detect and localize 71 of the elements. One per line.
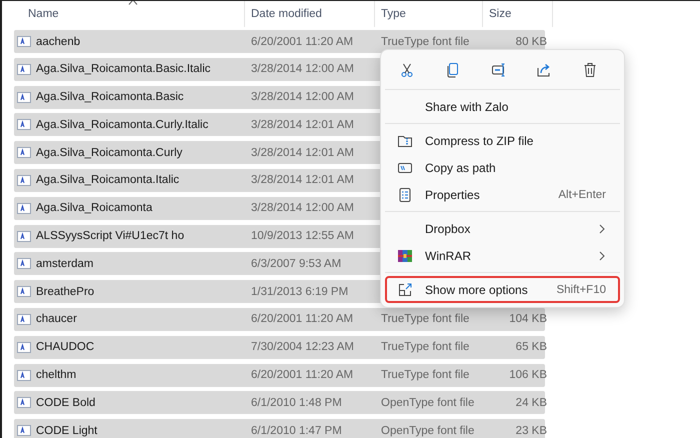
file-name: CODE Bold [36,396,96,409]
font-file-icon [17,258,31,270]
date-modified: 6/20/2001 11:20 AM [250,313,354,326]
menu-item[interactable]: Dropbox [385,215,620,242]
menu-item[interactable]: Copy as path [385,154,620,181]
file-type: TrueType font file [380,369,470,382]
font-file-icon [17,286,31,298]
file-name: amsterdam [36,258,94,270]
show-more-icon [397,282,413,298]
column-header[interactable]: Date modified [251,8,322,20]
file-name: Aga.Silva_Roicamonta.Curly [36,146,182,159]
font-file-icon [17,174,31,186]
font-file-icon [17,230,31,242]
file-name: ALSSyysScript Vi#U1ec7t ho [36,230,184,242]
file-name: CODE Light [36,424,98,437]
date-modified: 3/28/2014 12:01 AM [250,118,355,131]
file-size: 80 KB [514,36,548,48]
menu-item[interactable]: Compress to ZIP file [385,127,620,154]
date-modified: 6/20/2001 11:20 AM [250,369,354,382]
file-name: Aga.Silva_Roicamonta.Curly.Italic [36,118,208,131]
font-file-icon [17,314,31,325]
column-header[interactable]: Size [489,8,512,20]
date-modified: 3/28/2014 12:00 AM [250,202,355,214]
file-size: 104 KB [508,313,548,326]
date-modified: 6/20/2001 11:20 AM [250,36,354,48]
file-name: BreathePro [36,286,94,298]
date-modified: 3/28/2014 12:01 AM [250,174,355,186]
file-size: 23 KB [514,424,548,437]
file-size: 24 KB [514,396,548,409]
menu-item[interactable]: Properties Alt+Enter [385,181,620,208]
file-size: 65 KB [514,341,548,354]
file-name: Aga.Silva_Roicamonta.Basic.Italic [36,63,210,76]
file-name: chaucer [36,313,77,326]
file-name: Aga.Silva_Roicamonta [36,202,152,214]
winrar-icon [397,248,413,264]
font-file-icon [17,36,31,47]
column-header[interactable]: Name [28,8,59,20]
font-file-icon [17,119,31,130]
file-type: TrueType font file [380,341,470,354]
menu-item[interactable]: Share with Zalo [385,93,620,120]
column-header[interactable]: Type [381,8,406,20]
date-modified: 6/1/2010 1:48 PM [250,396,343,409]
date-modified: 3/28/2014 12:00 AM [250,91,355,104]
date-modified: 10/9/2013 12:55 AM [250,230,355,242]
menu-item[interactable]: WinRAR [385,242,620,269]
date-modified: 3/28/2014 12:01 AM [250,146,355,159]
font-file-icon [17,425,31,436]
date-modified: 6/1/2010 1:47 PM [250,424,343,437]
date-modified: 7/30/2004 12:23 AM [250,341,355,354]
font-file-icon [17,202,31,214]
font-file-icon [17,397,31,408]
date-modified: 1/31/2013 6:19 PM [250,286,350,298]
font-file-icon [17,92,31,103]
file-size: 106 KB [508,369,548,382]
date-modified: 3/28/2014 12:00 AM [250,63,355,76]
file-type: TrueType font file [380,36,470,48]
font-file-icon [17,342,31,353]
file-type: TrueType font file [380,313,470,326]
file-name: CHAUDOC [36,341,94,354]
date-modified: 6/3/2007 9:53 AM [250,258,342,270]
file-type: OpenType font file [380,424,476,437]
file-name: Aga.Silva_Roicamonta.Italic [36,174,180,186]
file-type: OpenType font file [380,396,476,409]
font-file-icon [17,147,31,158]
file-name: aachenb [36,36,80,48]
properties-icon [397,186,413,202]
font-file-icon [17,64,31,75]
file-name: chelthm [36,369,76,382]
font-file-icon [17,370,31,381]
menu-item[interactable]: Show more options Shift+F10 [385,276,620,303]
file-name: Aga.Silva_Roicamonta.Basic [36,91,184,104]
